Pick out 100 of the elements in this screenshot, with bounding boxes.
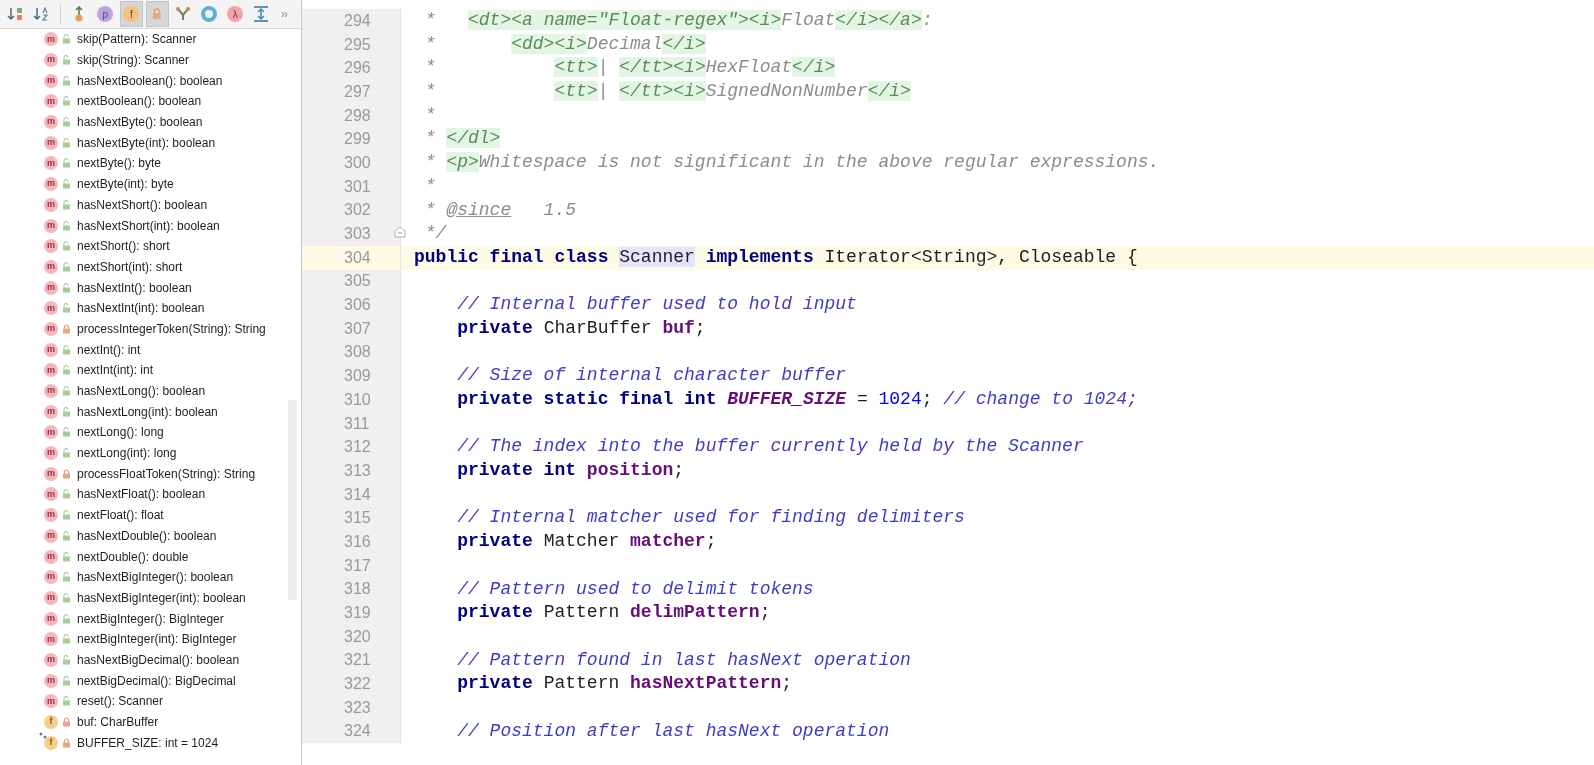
code-line: private int position; bbox=[456, 459, 685, 483]
member-label[interactable]: hasNextByte(int): boolean bbox=[77, 133, 216, 152]
filter-button[interactable]: f bbox=[119, 1, 143, 27]
member-label[interactable]: nextBoolean(): boolean bbox=[77, 92, 202, 111]
member-label[interactable]: hasNextInt(int): boolean bbox=[77, 299, 205, 318]
method-icon: m bbox=[44, 673, 58, 688]
sort-visibility-icon bbox=[7, 6, 24, 22]
static-mark-icon bbox=[39, 731, 47, 740]
line-number: 312 bbox=[344, 437, 371, 458]
fold-icon[interactable] bbox=[394, 226, 406, 239]
line-number: 295 bbox=[344, 34, 371, 55]
member-label[interactable]: BUFFER_SIZE: int = 1024 bbox=[77, 733, 219, 752]
doc-comment-line: * bbox=[423, 103, 436, 127]
method-icon: m bbox=[44, 363, 58, 378]
code-line: private Matcher matcher; bbox=[456, 530, 717, 554]
member-label[interactable]: hasNextBigInteger(int): boolean bbox=[77, 588, 246, 607]
member-label[interactable]: nextDouble(): double bbox=[77, 547, 189, 566]
member-label[interactable]: hasNextBoolean(): boolean bbox=[77, 71, 223, 90]
member-label[interactable]: hasNextLong(int): boolean bbox=[77, 402, 218, 421]
method-icon: m bbox=[44, 611, 58, 626]
member-label[interactable]: nextBigInteger(int): BigInteger bbox=[77, 630, 237, 649]
member-label[interactable]: hasNextDouble(): boolean bbox=[77, 526, 217, 545]
method-icon: m bbox=[44, 115, 58, 130]
member-label[interactable]: processIntegerToken(String): String bbox=[77, 319, 266, 338]
method-icon: m bbox=[44, 94, 58, 109]
member-label[interactable]: nextInt(int): int bbox=[77, 361, 154, 380]
line-number: 320 bbox=[344, 626, 371, 647]
method-icon: m bbox=[44, 570, 58, 585]
method-icon: m bbox=[44, 694, 58, 709]
member-label[interactable]: nextByte(int): byte bbox=[77, 175, 174, 194]
member-label[interactable]: nextByte(): byte bbox=[77, 154, 162, 173]
letter-icon: p bbox=[97, 6, 114, 22]
method-icon: m bbox=[44, 259, 58, 274]
toolbar-button[interactable] bbox=[145, 1, 169, 27]
doc-comment-line: * <p>Whitespace is not significant in the above regular expressions. bbox=[423, 151, 1160, 175]
line-number: 309 bbox=[344, 366, 371, 387]
member-label[interactable]: nextInt(): int bbox=[77, 340, 141, 359]
method-icon: m bbox=[44, 301, 58, 316]
member-label[interactable]: hasNextInt(): boolean bbox=[77, 278, 192, 297]
method-icon: m bbox=[44, 508, 58, 523]
method-icon: m bbox=[44, 446, 58, 461]
member-label[interactable]: hasNextShort(): boolean bbox=[77, 195, 208, 214]
member-label[interactable]: nextShort(): short bbox=[77, 237, 170, 256]
line-number: 324 bbox=[344, 721, 371, 742]
doc-comment-line: */ bbox=[423, 222, 447, 246]
method-icon: m bbox=[44, 404, 58, 419]
method-icon: m bbox=[44, 652, 58, 667]
member-label[interactable]: hasNextBigInteger(): boolean bbox=[77, 568, 234, 587]
member-label[interactable]: nextLong(): long bbox=[77, 423, 164, 442]
field-icon: f bbox=[44, 715, 58, 730]
method-icon: m bbox=[44, 632, 58, 647]
line-number: 315 bbox=[344, 508, 371, 529]
ring-icon bbox=[201, 6, 218, 22]
doc-comment-line: * bbox=[423, 174, 436, 198]
member-label[interactable]: buf: CharBuffer bbox=[77, 713, 159, 732]
line-number: 303 bbox=[344, 224, 371, 245]
line-number: 318 bbox=[344, 579, 371, 600]
method-icon: m bbox=[44, 528, 58, 543]
member-label[interactable]: hasNextFloat(): boolean bbox=[77, 485, 206, 504]
line-number: 300 bbox=[344, 152, 371, 173]
member-label[interactable]: nextLong(int): long bbox=[77, 444, 177, 463]
line-number: 322 bbox=[344, 674, 371, 695]
member-label[interactable]: hasNextByte(): boolean bbox=[77, 113, 203, 132]
method-icon: m bbox=[44, 239, 58, 254]
line-number: 296 bbox=[344, 58, 371, 79]
line-number: 321 bbox=[344, 650, 371, 671]
doc-comment-line: * <tt>| </tt><i>SignedNonNumber</i> bbox=[423, 80, 911, 104]
line-number: 297 bbox=[344, 81, 371, 102]
method-icon: m bbox=[44, 425, 58, 440]
filter-button[interactable]: λ bbox=[223, 1, 247, 27]
method-icon: m bbox=[44, 156, 58, 171]
sort-alpha-icon bbox=[33, 6, 50, 22]
code-line: private CharBuffer buf; bbox=[456, 316, 706, 340]
comment-line: // Position after last hasNext operation bbox=[456, 719, 890, 743]
line-number: 302 bbox=[344, 200, 371, 221]
member-label[interactable]: hasNextBigDecimal(): boolean bbox=[77, 650, 240, 669]
member-label[interactable]: nextFloat(): float bbox=[77, 506, 164, 525]
doc-comment-line: * <dd><i>Decimal</i> bbox=[423, 32, 706, 56]
member-label[interactable]: nextBigDecimal(): BigDecimal bbox=[77, 671, 236, 690]
line-number: 306 bbox=[344, 295, 371, 316]
comment-line: // The index into the buffer currently held by the Scanner bbox=[456, 435, 1084, 459]
line-number: 307 bbox=[344, 318, 371, 339]
member-label[interactable]: nextShort(int): short bbox=[77, 257, 183, 276]
member-label[interactable]: reset(): Scanner bbox=[77, 692, 164, 711]
member-label[interactable]: skip(String): Scanner bbox=[77, 51, 190, 70]
member-label[interactable]: nextBigInteger(): BigInteger bbox=[77, 609, 224, 628]
member-label[interactable]: skip(Pattern): Scanner bbox=[77, 30, 197, 49]
line-number: 294 bbox=[344, 10, 371, 31]
comment-line: // Internal buffer used to hold input bbox=[456, 293, 857, 317]
line-number: 311 bbox=[344, 413, 370, 434]
member-label[interactable]: hasNextShort(int): boolean bbox=[77, 216, 220, 235]
line-number: 316 bbox=[344, 531, 371, 552]
comment-line: // Internal matcher used for finding delimiters bbox=[456, 506, 965, 530]
filter-button[interactable]: p bbox=[93, 1, 117, 27]
member-label[interactable]: processFloatToken(String): String bbox=[77, 464, 256, 483]
anonymous-class-icon bbox=[176, 7, 191, 21]
member-label[interactable]: hasNextLong(): boolean bbox=[77, 382, 206, 401]
method-icon: m bbox=[44, 487, 58, 502]
letter-icon: λ bbox=[227, 6, 244, 22]
line-number: 313 bbox=[344, 460, 371, 481]
